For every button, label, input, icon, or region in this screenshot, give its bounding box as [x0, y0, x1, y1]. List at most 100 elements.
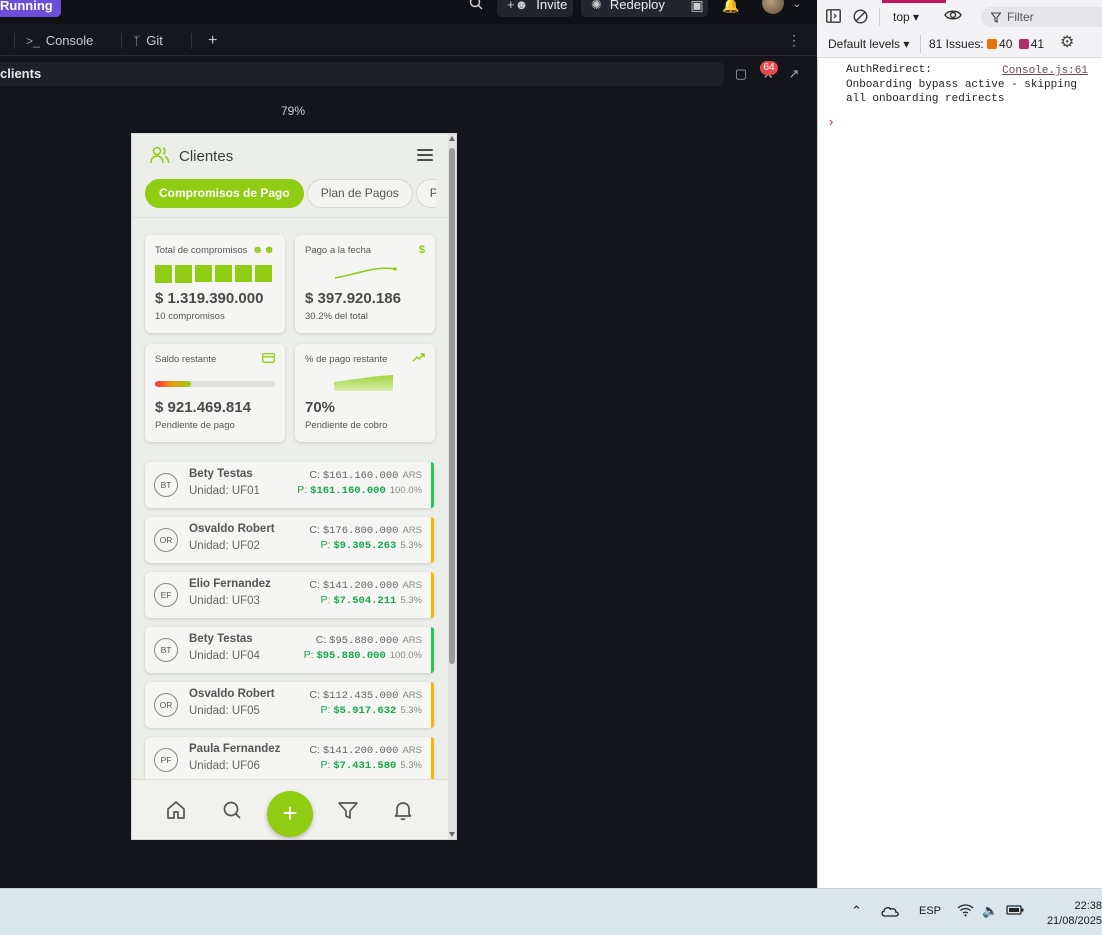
status-stripe — [431, 572, 434, 618]
commitment-value: $95.880.000 — [329, 635, 399, 647]
notifications-icon[interactable]: 🔔 — [720, 0, 742, 16]
clock-date: 21/08/2025 — [1046, 915, 1102, 927]
scrollbar-thumb[interactable] — [449, 148, 455, 664]
card-value: $ 921.469.814 — [155, 399, 251, 416]
currency-label: ARS — [402, 635, 422, 646]
client-unit: Unidad: UF05 — [189, 705, 260, 717]
paid-value: $7.431.580 — [333, 760, 397, 772]
console-source-link[interactable]: Console.js:61 — [1002, 64, 1088, 79]
external-link-icon[interactable]: ↗ — [786, 66, 802, 82]
tab-plan-de-pagos[interactable]: Plan de Pagos — [306, 179, 413, 208]
active-tab-indicator — [882, 0, 946, 3]
client-card[interactable]: BT Bety Testas Unidad: UF04 C: $95.880.000 A… — [145, 627, 434, 673]
clear-console-icon[interactable] — [853, 9, 868, 27]
card-subtext: 30.2% del total — [305, 311, 368, 322]
commitment-value: $141.200.000 — [322, 745, 399, 757]
client-card[interactable]: BT Bety Testas Unidad: UF01 C: $161.160.000… — [145, 462, 434, 508]
client-card[interactable]: PF Paula Fernandez Unidad: UF06 C: $141.200… — [145, 737, 434, 783]
app-preview: Clientes Compromisos de Pago Plan de Pago… — [131, 133, 457, 840]
settings-gear-icon[interactable]: ⚙ — [1060, 35, 1074, 51]
tab-git[interactable]: ᛉ Git — [133, 26, 163, 56]
paid-amount: P: $95.880.000 100.0% — [304, 649, 422, 662]
bell-icon[interactable] — [391, 798, 415, 822]
paid-amount: P: $9.305.263 5.3% — [320, 539, 422, 552]
bottom-nav: + — [132, 779, 450, 839]
sidebar-toggle-icon[interactable] — [826, 9, 841, 26]
client-card[interactable]: EF Elio Fernandez Unidad: UF03 C: $141.200.… — [145, 572, 434, 618]
filter-icon[interactable] — [336, 798, 360, 822]
console-prompt-icon[interactable]: › — [829, 114, 833, 129]
trend-line — [334, 267, 397, 279]
chevron-up-icon[interactable]: ⌃ — [851, 903, 862, 919]
divider — [132, 217, 450, 218]
commitment-value: $161.160.000 — [322, 470, 399, 482]
page-title: Clientes — [179, 148, 234, 165]
tab-console[interactable]: >_ Console — [26, 26, 93, 56]
avatar[interactable] — [762, 0, 784, 14]
clock-time: 22:38 — [1074, 900, 1102, 912]
filter-icon — [990, 10, 1002, 28]
scroll-up-icon[interactable] — [449, 136, 455, 141]
commitment-square — [155, 265, 172, 283]
filter-input[interactable]: Filter — [981, 7, 1102, 27]
context-selector[interactable]: top ▾ — [893, 10, 919, 24]
wifi-icon[interactable] — [957, 903, 974, 920]
status-badge: Running — [0, 0, 61, 17]
card-total-compromisos[interactable]: Total de compromisos ☻☻ $ 1.319.390.000 … — [145, 235, 285, 333]
add-tab-button[interactable]: + — [208, 26, 217, 56]
share-icon[interactable]: ▣ — [686, 0, 708, 16]
card-porcentaje-restante[interactable]: % de pago restante 70% Pendiente de cobr… — [295, 344, 435, 442]
avatar: BT — [154, 638, 178, 662]
filter-placeholder: Filter — [1007, 10, 1034, 24]
client-name: Paula Fernandez — [189, 743, 281, 755]
top-bar: Running +☻ Invite ✺ Redeploy ▣ 🔔 ⌄ — [0, 0, 817, 24]
responsive-icon[interactable]: ▢ — [733, 66, 749, 82]
speaker-icon[interactable]: 🔈 — [982, 903, 998, 919]
commitment-amount: C: $95.880.000 ARS — [316, 634, 422, 647]
tab-divider — [121, 33, 122, 49]
chevron-down-icon: ▾ — [903, 37, 910, 51]
console-message: Console.js:61 AuthRedirect: Onboarding b… — [817, 60, 1102, 111]
more-options-icon[interactable]: ⋮ — [787, 32, 801, 49]
onedrive-icon[interactable] — [880, 904, 900, 920]
log-levels-dropdown[interactable]: Default levels ▾ — [828, 37, 909, 51]
card-subtext: Pendiente de cobro — [305, 420, 388, 431]
issues-button[interactable]: 81 Issues: 40 41 — [929, 37, 1044, 51]
redeploy-label: Redeploy — [609, 0, 665, 12]
url-bar[interactable]: clients — [0, 62, 724, 86]
commitment-label: C: — [309, 579, 320, 591]
app-header: Clientes — [132, 134, 450, 180]
paid-amount: P: $7.431.580 5.3% — [320, 759, 422, 772]
battery-icon[interactable] — [1006, 904, 1024, 919]
language-indicator[interactable]: ESP — [919, 905, 941, 917]
search-icon[interactable] — [220, 798, 244, 822]
add-button[interactable]: + — [267, 791, 313, 837]
tab-compromisos-de-pago[interactable]: Compromisos de Pago — [145, 179, 304, 208]
tab-pagos[interactable]: Pag — [415, 179, 436, 208]
scrollbar[interactable] — [448, 134, 456, 839]
paid-amount: P: $161.160.000 100.0% — [297, 484, 422, 497]
client-name: Osvaldo Robert — [189, 523, 275, 535]
hamburger-menu-icon[interactable] — [417, 149, 433, 163]
card-saldo-restante[interactable]: Saldo restante $ 921.469.814 Pendiente d… — [145, 344, 285, 442]
credit-card-icon — [262, 353, 275, 366]
client-card[interactable]: OR Osvaldo Robert Unidad: UF02 C: $176.800.… — [145, 517, 434, 563]
search-icon[interactable] — [465, 0, 487, 16]
client-card[interactable]: OR Osvaldo Robert Unidad: UF05 C: $112.435.… — [145, 682, 434, 728]
home-icon[interactable] — [164, 798, 188, 822]
clock[interactable]: 22:38 21/08/2025 — [1047, 899, 1102, 929]
card-subtext: 10 compromisos — [155, 311, 225, 322]
panel-divider[interactable] — [817, 0, 818, 888]
progress-fill — [155, 381, 191, 387]
eye-icon[interactable] — [944, 8, 962, 25]
toolbar-divider — [879, 8, 880, 26]
chevron-down-icon[interactable]: ⌄ — [786, 0, 808, 16]
plus-icon: + — [282, 798, 298, 828]
taskbar: ⌃ ESP 🔈 22:38 21/08/2025 — [0, 888, 1102, 935]
invite-button[interactable]: +☻ Invite — [497, 0, 573, 17]
card-label: Total de compromisos — [155, 245, 248, 256]
avatar: PF — [154, 748, 178, 772]
scroll-down-icon[interactable] — [449, 832, 455, 837]
commitment-label: C: — [309, 524, 320, 536]
card-pago-a-la-fecha[interactable]: Pago a la fecha $ $ 397.920.186 30.2% de… — [295, 235, 435, 333]
